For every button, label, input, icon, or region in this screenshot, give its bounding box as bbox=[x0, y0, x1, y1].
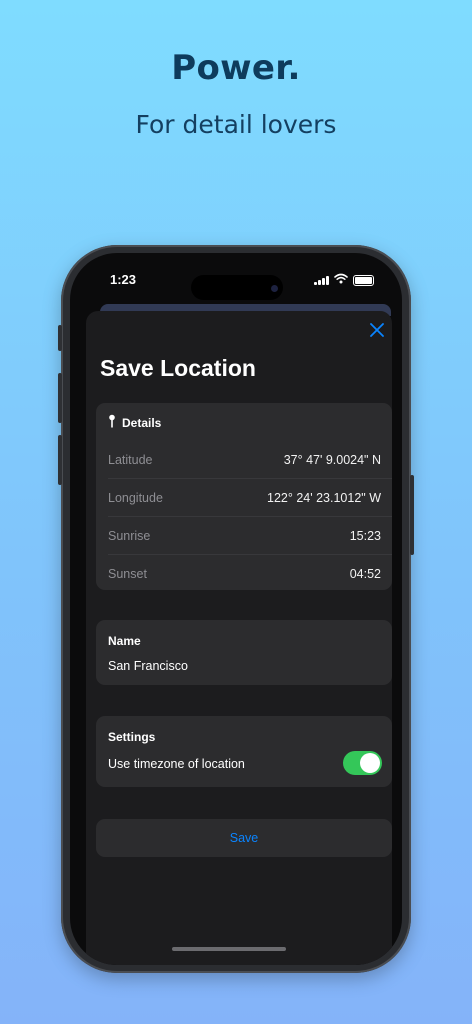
detail-label: Longitude bbox=[108, 490, 163, 505]
signal-icon bbox=[314, 275, 329, 285]
detail-value: 122° 24' 23.1012" W bbox=[267, 490, 381, 505]
phone-screen: 1:23 Save Location Details Latitude 37° … bbox=[70, 253, 402, 965]
battery-icon bbox=[353, 274, 374, 286]
status-time: 1:23 bbox=[110, 272, 137, 287]
detail-label: Sunrise bbox=[108, 528, 151, 543]
details-header: Details bbox=[96, 403, 392, 431]
settings-card: Settings Use timezone of location bbox=[96, 716, 392, 787]
detail-value: 37° 47' 9.0024" N bbox=[283, 452, 381, 467]
wifi-icon bbox=[334, 271, 348, 289]
promo-headline: Power. bbox=[171, 48, 301, 88]
timezone-toggle[interactable] bbox=[343, 751, 382, 775]
name-card: Name San Francisco bbox=[96, 620, 392, 685]
status-icons bbox=[314, 271, 374, 289]
volume-up-button bbox=[58, 373, 62, 423]
volume-down-button bbox=[58, 435, 62, 485]
dynamic-island bbox=[191, 275, 283, 300]
sheet-title: Save Location bbox=[100, 355, 256, 381]
promo-subheadline: For detail lovers bbox=[135, 110, 337, 139]
detail-label: Latitude bbox=[108, 452, 153, 467]
pin-icon bbox=[108, 414, 116, 433]
detail-row-sunset: Sunset 04:52 bbox=[108, 554, 392, 592]
close-icon bbox=[370, 322, 384, 342]
phone-frame: 1:23 Save Location Details Latitude 37° … bbox=[58, 245, 414, 973]
detail-row-longitude: Longitude 122° 24' 23.1012" W bbox=[108, 478, 392, 516]
name-field[interactable]: San Francisco bbox=[108, 659, 188, 673]
name-header: Name bbox=[108, 634, 141, 648]
settings-header: Settings bbox=[108, 730, 156, 744]
close-button[interactable] bbox=[362, 317, 392, 347]
home-indicator bbox=[172, 947, 286, 951]
detail-row-latitude: Latitude 37° 47' 9.0024" N bbox=[108, 441, 392, 478]
details-card: Details Latitude 37° 47' 9.0024" N Longi… bbox=[96, 403, 392, 590]
front-camera bbox=[271, 285, 278, 292]
power-button bbox=[410, 475, 414, 555]
detail-value: 15:23 bbox=[349, 528, 381, 543]
detail-value: 04:52 bbox=[349, 566, 381, 581]
detail-row-sunrise: Sunrise 15:23 bbox=[108, 516, 392, 554]
save-button[interactable]: Save bbox=[96, 819, 392, 857]
detail-label: Sunset bbox=[108, 566, 147, 581]
timezone-toggle-label: Use timezone of location bbox=[108, 757, 245, 771]
mute-switch bbox=[58, 325, 62, 351]
save-location-sheet: Save Location Details Latitude 37° 47' 9… bbox=[86, 311, 392, 965]
details-title: Details bbox=[122, 416, 162, 430]
